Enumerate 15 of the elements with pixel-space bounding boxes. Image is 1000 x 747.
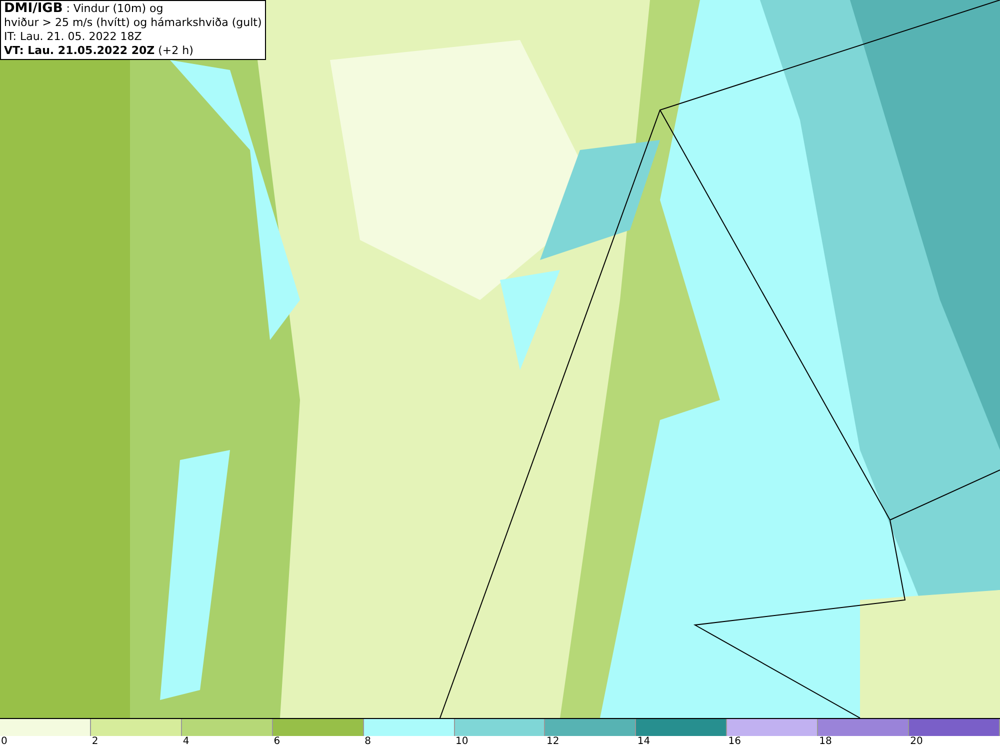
legend-tick-label: 16 [727,736,741,747]
legend-tick-label: 20 [909,736,923,747]
header-line: hviður > 25 m/s (hvítt) og hámarkshviða (gult) [4,16,262,30]
legend-tick-label: 6 [272,736,280,747]
header-line: IT: Lau. 21. 05. 2022 18Z [4,30,143,44]
legend-tick-label: 18 [818,736,832,747]
legend-tick-label: 0 [0,736,8,747]
legend-tick-label: 8 [364,736,371,747]
legend-tick-label: 10 [454,736,468,747]
legend-tick-label: 4 [182,736,190,747]
header-line: DMI/IGB : Vindur (10m) og [4,2,164,16]
legend-tick-label: 14 [636,736,650,747]
header-line: VT: Lau. 21.05.2022 20Z (+2 h) [4,44,194,58]
legend-tick-label: 12 [545,736,560,747]
legend-tick-label: 2 [90,736,98,747]
